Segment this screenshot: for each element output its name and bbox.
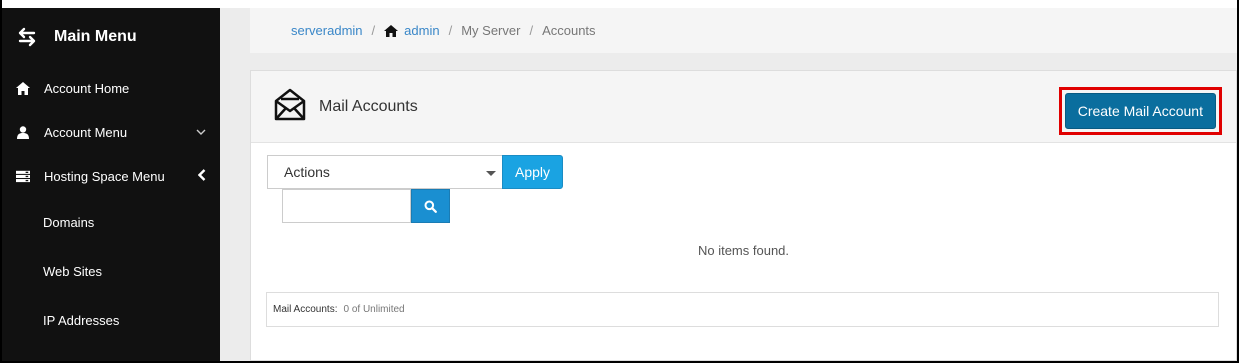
home-icon [384,24,399,37]
chevron-left-icon [197,168,206,184]
top-strip [2,0,1237,8]
swap-arrows-icon [16,26,38,48]
sidebar-item-label: Account Menu [44,124,128,140]
breadcrumb-separator: / [371,23,376,38]
panel-header: Mail Accounts Create Mail Account [251,71,1236,143]
user-icon [16,125,30,139]
sidebar-item-label: Account Home [44,80,130,96]
breadcrumb-admin-label: admin [404,23,440,38]
sidebar-item-domains[interactable]: Domains [2,198,220,247]
breadcrumb-my-server: My Server [461,23,521,38]
apply-button[interactable]: Apply [502,155,564,189]
quota-footer: Mail Accounts: 0 of Unlimited [266,292,1219,327]
main-content: serveradmin / admin / My Server / Accoun… [220,8,1237,361]
breadcrumb-serveradmin[interactable]: serveradmin [291,23,363,38]
create-mail-account-button[interactable]: Create Mail Account [1064,93,1216,129]
sidebar-header[interactable]: Main Menu [2,8,220,66]
search-icon [424,200,437,213]
actions-select[interactable]: Actions [267,155,502,189]
breadcrumb-accounts: Accounts [542,23,596,38]
actions-row: Actions Apply [267,155,564,189]
app-window: Main Menu Account Home Account Menu Host… [0,0,1239,363]
sidebar-item-label: Domains [43,215,95,230]
chevron-down-icon [196,126,206,138]
panel-title: Mail Accounts [319,97,418,115]
highlight-box: Create Mail Account [1058,87,1222,135]
breadcrumb-separator: / [529,23,534,38]
breadcrumb: serveradmin / admin / My Server / Accoun… [250,8,1237,53]
breadcrumb-admin[interactable]: admin [384,23,440,38]
caret-down-icon [486,171,496,176]
sidebar: Main Menu Account Home Account Menu Host… [2,8,220,361]
quota-label: Mail Accounts: [273,304,338,315]
sidebar-title: Main Menu [54,28,137,45]
sidebar-item-web-sites[interactable]: Web Sites [2,247,220,296]
sidebar-item-hosting-space-menu[interactable]: Hosting Space Menu [2,154,220,198]
server-icon [16,169,30,183]
sidebar-item-account-menu[interactable]: Account Menu [2,110,220,154]
home-icon [16,81,30,95]
quota-value: 0 of Unlimited [343,304,405,315]
mail-accounts-panel: Mail Accounts Create Mail Account Action… [250,70,1237,361]
actions-select-value: Actions [284,164,330,180]
sidebar-item-label: Web Sites [43,264,103,279]
sidebar-item-label: IP Addresses [43,313,120,328]
empty-state-text: No items found. [697,243,790,258]
sidebar-item-ip-addresses[interactable]: IP Addresses [2,296,220,345]
sidebar-item-account-home[interactable]: Account Home [2,66,220,110]
search-input[interactable] [282,189,411,223]
envelope-icon [273,87,307,126]
search-button[interactable] [411,189,450,223]
breadcrumb-separator: / [448,23,453,38]
sidebar-item-label: Hosting Space Menu [44,168,165,184]
search-row [282,189,450,223]
